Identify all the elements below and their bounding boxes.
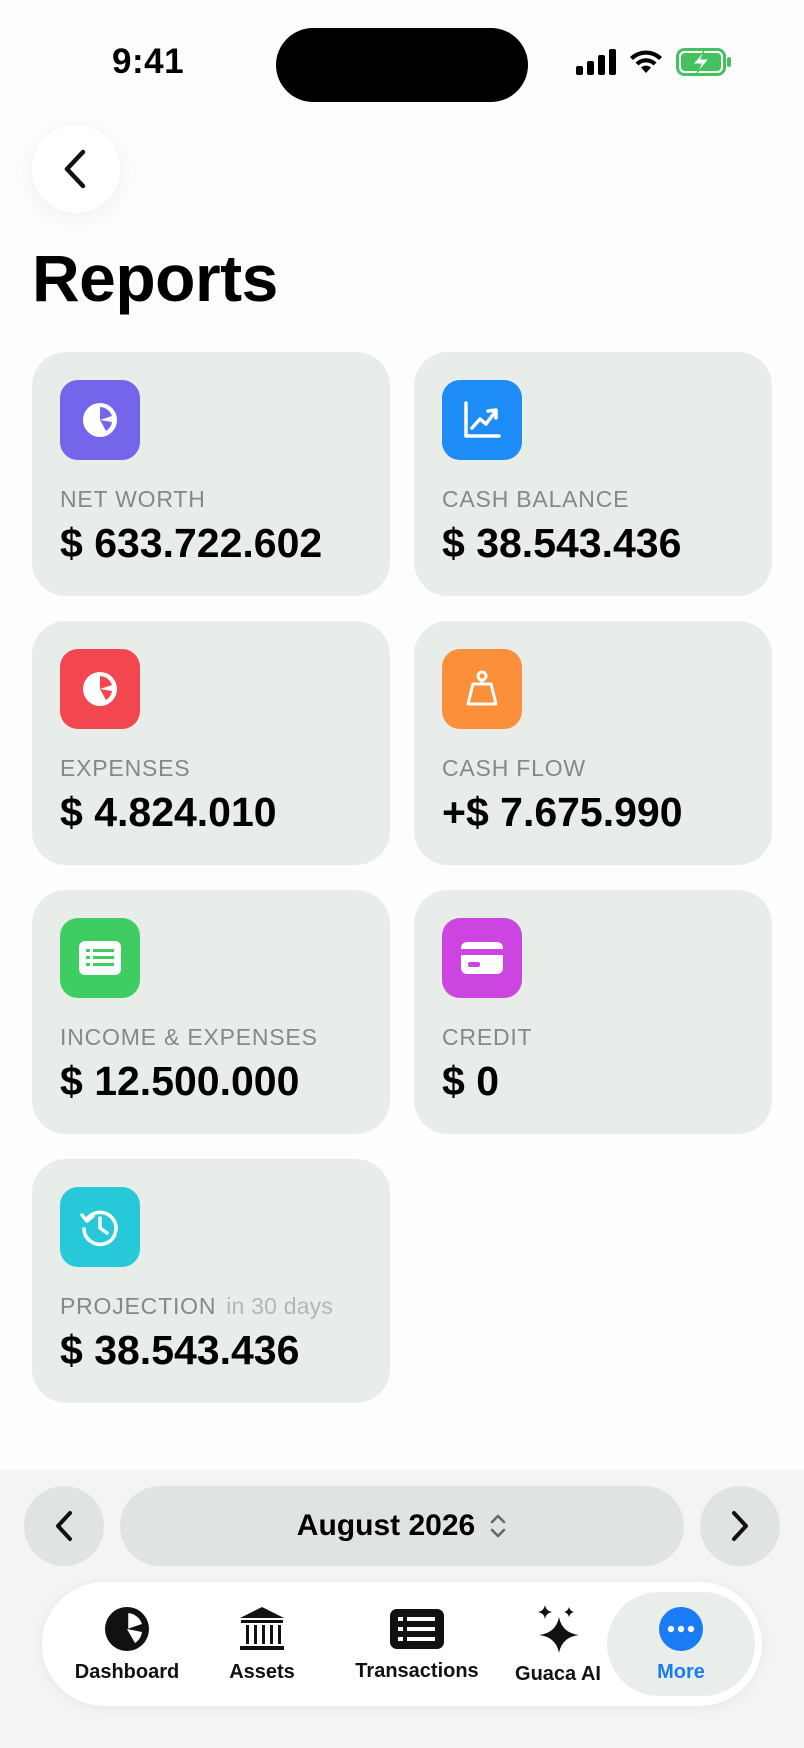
list-icon (390, 1608, 444, 1649)
sparkles-icon (538, 1604, 579, 1653)
card-value: $ 0 (442, 1058, 499, 1104)
card-value: $ 38.543.436 (60, 1327, 300, 1373)
card-label: INCOME & EXPENSES (60, 1024, 318, 1050)
card-label: CREDIT (442, 1024, 533, 1050)
credit-card-icon (442, 918, 522, 998)
wifi-icon (630, 50, 662, 73)
bank-icon (240, 1606, 284, 1650)
next-month-button[interactable] (700, 1486, 780, 1566)
tab-label: Transactions (355, 1659, 479, 1682)
card-label: PROJECTION in 30 days (60, 1293, 333, 1320)
signal-icon (576, 49, 616, 75)
previous-month-button[interactable] (24, 1486, 104, 1566)
tab-label: Guaca AI (515, 1662, 601, 1685)
tab-label: More (657, 1660, 705, 1683)
tab-label: Assets (229, 1660, 295, 1683)
chevron-left-icon (64, 149, 86, 189)
card-value: $ 38.543.436 (442, 520, 682, 566)
card-cash-balance[interactable]: CASH BALANCE $ 38.543.436 (414, 352, 772, 596)
dynamic-island (276, 28, 528, 102)
status-time: 9:41 (112, 42, 185, 81)
page-title: Reports (32, 241, 278, 315)
card-projection[interactable]: PROJECTION in 30 days $ 38.543.436 (32, 1159, 390, 1403)
more-icon (659, 1606, 703, 1651)
card-label-text: PROJECTION (60, 1293, 217, 1319)
tab-guaca-ai[interactable]: Guaca AI (508, 1582, 608, 1706)
chevron-left-icon (56, 1511, 72, 1541)
back-button[interactable] (32, 125, 120, 213)
month-selector[interactable]: August 2026 (120, 1486, 684, 1566)
month-label: August 2026 (296, 1509, 476, 1542)
card-income-expenses[interactable]: INCOME & EXPENSES $ 12.500.000 (32, 890, 390, 1134)
card-label: CASH FLOW (442, 755, 586, 781)
card-label: NET WORTH (60, 486, 206, 512)
tab-assets[interactable]: Assets (212, 1582, 312, 1706)
tab-dashboard[interactable]: Dashboard (72, 1582, 182, 1706)
trend-chart-icon (442, 380, 522, 460)
card-sublabel: in 30 days (226, 1293, 334, 1319)
card-label: CASH BALANCE (442, 486, 630, 512)
document-icon (60, 918, 140, 998)
card-cash-flow[interactable]: CASH FLOW +$ 7.675.990 (414, 621, 772, 865)
pie-chart-icon (60, 380, 140, 460)
chevron-up-down-icon (490, 1514, 506, 1538)
card-value: $ 12.500.000 (60, 1058, 300, 1104)
tab-bar: Dashboard Assets Transactions Guaca AI M… (42, 1582, 762, 1706)
card-credit[interactable]: CREDIT $ 0 (414, 890, 772, 1134)
card-value: $ 4.824.010 (60, 789, 277, 835)
tab-transactions[interactable]: Transactions (344, 1582, 490, 1706)
card-expenses[interactable]: EXPENSES $ 4.824.010 (32, 621, 390, 865)
battery-charging-icon (676, 48, 731, 76)
status-icons (576, 48, 732, 76)
history-icon (60, 1187, 140, 1267)
card-net-worth[interactable]: NET WORTH $ 633.722.602 (32, 352, 390, 596)
card-value: $ 633.722.602 (60, 520, 323, 566)
scale-icon (442, 649, 522, 729)
tab-more[interactable]: More (629, 1582, 733, 1706)
reports-screen: 9:41 Reports NET WORTH $ 633.722.602 CAS… (0, 0, 804, 1748)
card-label: EXPENSES (60, 755, 191, 781)
tab-label: Dashboard (74, 1660, 180, 1683)
card-value: +$ 7.675.990 (442, 789, 683, 835)
chevron-right-icon (732, 1511, 748, 1541)
pie-chart-icon (60, 649, 140, 729)
pie-chart-icon (105, 1606, 149, 1651)
